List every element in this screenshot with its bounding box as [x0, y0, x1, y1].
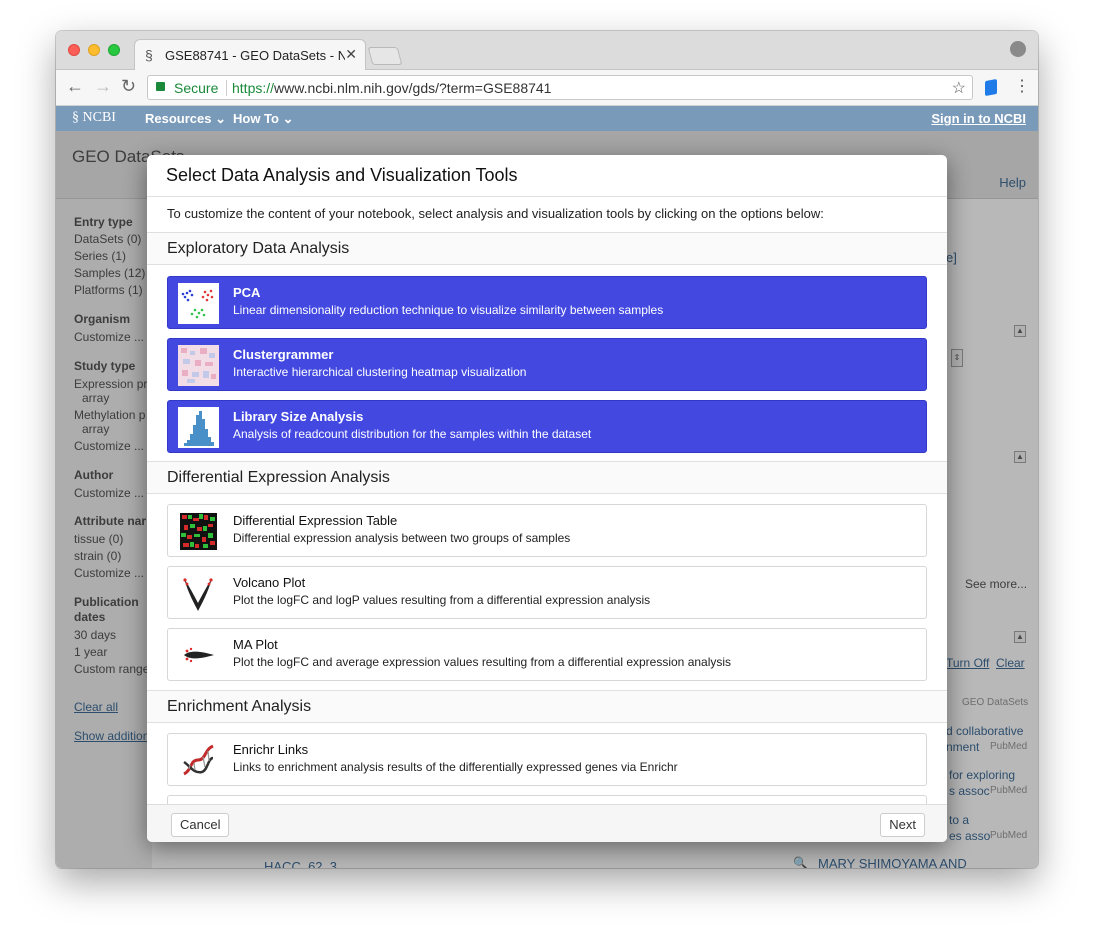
tab-close-icon[interactable]: ✕	[345, 46, 357, 63]
back-arrow-icon[interactable]: ←	[66, 76, 84, 97]
volcano-plot-icon	[183, 578, 213, 611]
ncbi-favicon-icon: §	[145, 47, 153, 63]
ma-plot-icon	[184, 647, 214, 663]
dna-helix-icon	[183, 744, 214, 776]
expression-matrix-icon	[180, 513, 217, 550]
lock-icon	[156, 82, 165, 91]
tool-description: Interactive hierarchical clustering heat…	[233, 365, 527, 379]
url-host: www.ncbi.nlm.nih.gov	[274, 80, 409, 96]
close-window-button[interactable]	[68, 44, 80, 56]
tool-name: Enrichr Links	[233, 742, 309, 757]
tool-volcano-plot[interactable]: Volcano Plot Plot the logFC and logP val…	[167, 566, 927, 619]
ncbi-bar: § NCBI Resources ⌄ How To ⌄ Sign in to N…	[56, 106, 1038, 131]
tool-description: Plot the logFC and average expression va…	[233, 655, 732, 669]
tool-pca[interactable]: PCA Linear dimensionality reduction tech…	[167, 276, 927, 329]
tab-title: GSE88741 - GEO DataSets - N	[165, 48, 345, 63]
section-enrichment: Enrichment Analysis	[147, 690, 947, 723]
kebab-menu-icon[interactable]: ⋮	[1014, 76, 1030, 96]
histogram-thumbnail-icon	[178, 407, 219, 448]
minimize-window-button[interactable]	[88, 44, 100, 56]
browser-toolbar: ← → ↻ Secure https://www.ncbi.nlm.nih.go…	[56, 70, 1038, 106]
section-title: Differential Expression Analysis	[167, 469, 390, 486]
tool-differential-expression-table[interactable]: Differential Expression Table Differenti…	[167, 504, 927, 557]
modal-intro: To customize the content of your noteboo…	[167, 206, 824, 221]
new-tab-button[interactable]	[367, 47, 403, 65]
tool-description: Differential expression analysis between…	[233, 531, 571, 545]
tool-selection-modal: Select Data Analysis and Visualization T…	[147, 155, 947, 842]
cancel-button[interactable]: Cancel	[171, 813, 230, 837]
section-title: Enrichment Analysis	[167, 698, 312, 715]
reload-icon[interactable]: ↻	[121, 76, 136, 97]
secure-label: Secure	[174, 80, 219, 96]
signin-link[interactable]: Sign in to NCBI	[931, 111, 1026, 126]
ncbi-logo[interactable]: § NCBI	[72, 110, 116, 126]
tool-name: MA Plot	[233, 637, 278, 652]
address-bar[interactable]: Secure https://www.ncbi.nlm.nih.gov/gds/…	[147, 75, 973, 100]
tool-description: Analysis of readcount distribution for t…	[233, 427, 592, 441]
maximize-window-button[interactable]	[108, 44, 120, 56]
section-title: Exploratory Data Analysis	[167, 240, 350, 257]
tab-bar: § GSE88741 - GEO DataSets - N ✕	[56, 31, 1038, 71]
title-divider	[147, 196, 947, 197]
tool-clustergrammer[interactable]: Clustergrammer Interactive hierarchical …	[167, 338, 927, 391]
heatmap-thumbnail-icon	[178, 345, 219, 386]
pca-thumbnail-icon	[178, 283, 219, 324]
tool-description: Plot the logFC and logP values resulting…	[233, 593, 651, 607]
bookmark-star-icon[interactable]: ☆	[952, 78, 966, 98]
ncbi-logo-text: NCBI	[82, 110, 116, 125]
tool-name: PCA	[233, 285, 261, 300]
modal-footer: Cancel Next	[147, 804, 947, 842]
next-button[interactable]: Next	[880, 813, 925, 837]
address-separator	[226, 80, 227, 96]
tool-name: Differential Expression Table	[233, 513, 398, 528]
resources-menu[interactable]: Resources ⌄	[145, 111, 226, 127]
tool-name: Library Size Analysis	[233, 409, 364, 424]
browser-tab[interactable]: § GSE88741 - GEO DataSets - N ✕	[134, 39, 366, 71]
modal-title: Select Data Analysis and Visualization T…	[166, 165, 518, 185]
tool-name: Volcano Plot	[233, 575, 306, 590]
profile-icon[interactable]	[1010, 41, 1026, 57]
forward-arrow-icon[interactable]: →	[94, 76, 112, 97]
extension-icon[interactable]	[985, 78, 997, 97]
url-text: https://www.ncbi.nlm.nih.gov/gds/?term=G…	[232, 80, 551, 96]
howto-menu[interactable]: How To ⌄	[233, 111, 293, 127]
tool-enrichr-links[interactable]: Enrichr Links Links to enrichment analys…	[167, 733, 927, 786]
tool-name: Clustergrammer	[233, 347, 334, 362]
section-exploratory: Exploratory Data Analysis	[147, 232, 947, 265]
tool-library-size[interactable]: Library Size Analysis Analysis of readco…	[167, 400, 927, 453]
tool-description: Links to enrichment analysis results of …	[233, 760, 678, 774]
tool-ma-plot[interactable]: MA Plot Plot the logFC and average expre…	[167, 628, 927, 681]
url-scheme: https://	[232, 80, 275, 96]
url-path: /gds/?term=GSE88741	[408, 80, 552, 96]
tool-description: Linear dimensionality reduction techniqu…	[233, 303, 664, 317]
section-differential-expression: Differential Expression Analysis	[147, 461, 947, 494]
